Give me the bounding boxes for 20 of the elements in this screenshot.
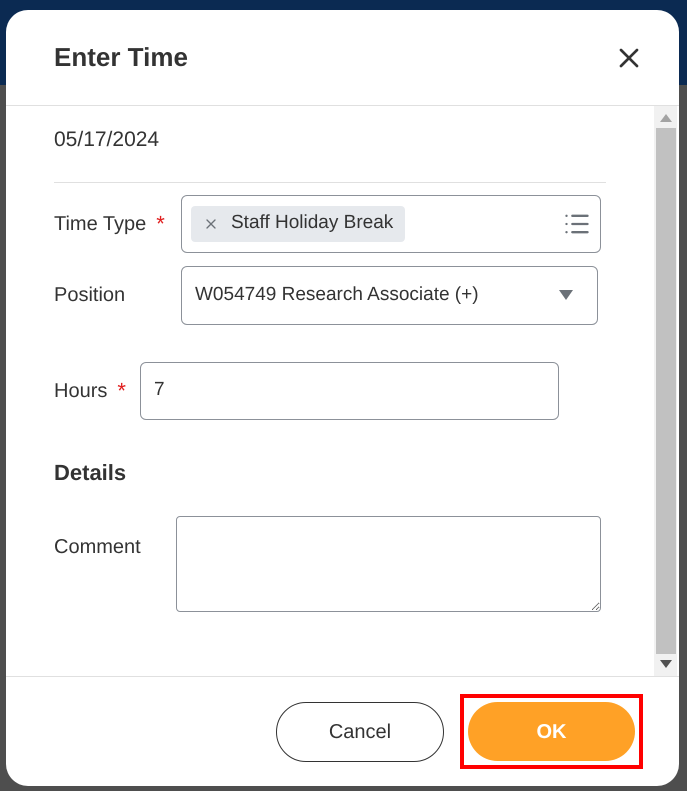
- position-dropdown[interactable]: W054749 Research Associate (+): [181, 266, 598, 324]
- date-text: 05/17/2024: [54, 128, 160, 151]
- section-heading: Details: [54, 460, 126, 484]
- dropdown-arrow-icon: [559, 290, 573, 300]
- field-label: Position: [54, 283, 126, 308]
- scrollbar[interactable]: [654, 106, 677, 676]
- comment-field[interactable]: [176, 516, 601, 612]
- field-label: Hours: [54, 378, 108, 404]
- dialog-title: Enter Time: [54, 41, 188, 74]
- required-marker: *: [156, 212, 165, 234]
- scroll-up-icon[interactable]: [660, 114, 672, 122]
- time-type-field[interactable]: Staff Holiday Break: [181, 194, 601, 252]
- scroll-down-icon[interactable]: [660, 660, 672, 668]
- selected-token[interactable]: Staff Holiday Break: [191, 206, 406, 242]
- cancel-button[interactable]: Cancel: [276, 702, 444, 762]
- field-label: Comment: [54, 536, 141, 558]
- hours-field[interactable]: 7: [140, 362, 559, 420]
- required-marker: *: [117, 380, 126, 402]
- field-label: Time Type: [54, 212, 146, 236]
- scroll-thumb[interactable]: [656, 128, 676, 654]
